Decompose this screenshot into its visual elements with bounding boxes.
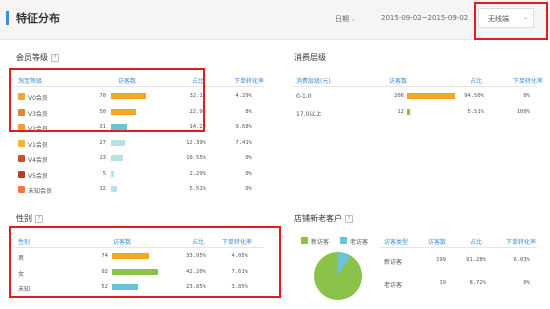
legend-old-swatch <box>340 237 347 244</box>
col-header-conversion: 下单转化率 <box>513 78 544 85</box>
member-level-name: 未知会员 <box>28 188 53 195</box>
date-selector[interactable]: 日期 ⌄ <box>335 14 356 24</box>
member-level-name: V4会员 <box>28 157 48 164</box>
member-conversion: 0% <box>245 155 252 161</box>
v1-icon <box>18 139 25 147</box>
page-header: 特征分布 日期 ⌄ 2015-09-02~2015-09-02 无线端 ⌄ <box>0 0 550 40</box>
member-visitors: 12 <box>99 186 106 192</box>
legend-new-swatch <box>301 237 308 244</box>
member-level-name: V1会员 <box>28 141 48 149</box>
col-header-spending: 消费层级(元) <box>296 78 331 85</box>
spending-title: 消费层级 <box>294 53 326 62</box>
visitor-type-conversion: 6.03% <box>513 257 530 263</box>
v4-icon <box>18 155 25 162</box>
member-share: 10.55% <box>186 155 206 161</box>
visitor-type-visitors: 19 <box>439 280 446 286</box>
new-old-title-text: 店铺新老客户 <box>294 214 342 223</box>
member-conversion: 0% <box>245 170 252 177</box>
spending-visitors-bar <box>407 108 410 115</box>
spending-share: 94.50% <box>464 93 484 99</box>
member-visitors-bar <box>111 139 125 146</box>
gender-title-text: 性别 <box>16 214 32 223</box>
member-visitors: 27 <box>99 139 106 146</box>
col-header-share: 占比 <box>470 78 483 85</box>
member-visitors-bar <box>111 155 123 161</box>
member-level-title: 会员等级? <box>16 52 59 63</box>
member-level-name: V5会员 <box>28 172 48 180</box>
spending-conversion: 0% <box>523 93 530 99</box>
help-icon[interactable]: ? <box>35 215 43 223</box>
col-header-conversion: 下单转化率 <box>234 78 265 85</box>
legend-old-label: 老访客 <box>350 239 369 246</box>
help-icon[interactable]: ? <box>51 54 59 62</box>
spending-share: 5.51% <box>467 108 484 115</box>
visitor-type: 新访客 <box>384 259 403 266</box>
gender-title: 性别? <box>16 213 43 224</box>
spending-range: 0-1.0 <box>296 93 312 100</box>
visitor-type-share: 91.28% <box>466 257 486 263</box>
unknown-member-icon <box>18 186 25 193</box>
spending-visitors-bar <box>407 93 455 99</box>
spending-visitors: 206 <box>394 93 404 99</box>
highlight-box-member <box>9 68 205 132</box>
col-header-visitors: 访客数 <box>389 78 408 85</box>
member-visitors: 23 <box>99 155 106 161</box>
member-visitors: 5 <box>102 170 106 177</box>
member-share: 5.51% <box>189 186 206 192</box>
spending-visitors: 12 <box>397 108 404 115</box>
date-range[interactable]: 2015-09-02~2015-09-02 <box>381 14 468 22</box>
member-conversion: 8% <box>245 108 252 115</box>
visitor-type: 老访客 <box>384 282 403 289</box>
date-label: 日期 <box>335 15 349 23</box>
visitor-type-share: 8.72% <box>469 280 486 286</box>
legend-new-label: 新访客 <box>311 239 330 246</box>
member-conversion: 9.68% <box>235 124 252 130</box>
divider <box>292 86 537 87</box>
col-header-visitors: 访客数 <box>428 239 447 246</box>
member-share: 12.39% <box>186 139 206 146</box>
col-header-share: 占比 <box>470 239 483 246</box>
chevron-down-icon: ⌄ <box>351 16 357 23</box>
new-old-title: 店铺新老客户? <box>294 213 353 224</box>
highlight-box-gender <box>9 226 281 298</box>
member-conversion: 0% <box>245 186 252 192</box>
member-visitors-bar <box>111 186 118 192</box>
member-conversion: 4.29% <box>235 93 252 99</box>
col-header-visitor-type: 访客类型 <box>384 239 409 246</box>
help-icon[interactable]: ? <box>345 215 353 223</box>
spending-range: 17.0以上 <box>296 110 322 118</box>
visitor-type-visitors: 199 <box>436 257 446 263</box>
v5-icon <box>18 170 25 178</box>
member-conversion: 7.41% <box>235 139 252 146</box>
highlight-box-terminal <box>474 2 548 40</box>
page-title: 特征分布 <box>16 12 60 25</box>
spending-conversion: 100% <box>516 108 530 115</box>
divider <box>380 247 537 248</box>
title-accent-bar <box>6 11 9 25</box>
new-old-pie-chart <box>314 252 362 300</box>
visitor-type-conversion: 0% <box>523 280 530 286</box>
member-level-title-text: 会员等级 <box>16 53 48 62</box>
member-visitors-bar <box>111 170 114 177</box>
col-header-conversion: 下单转化率 <box>506 239 537 246</box>
member-share: 2.29% <box>189 170 206 177</box>
